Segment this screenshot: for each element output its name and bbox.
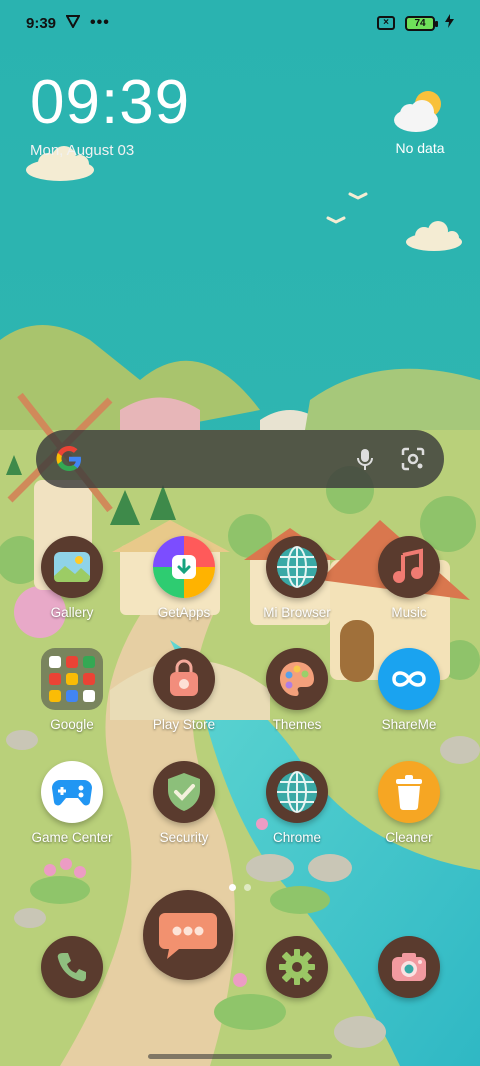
more-icon: ••• (90, 14, 110, 31)
music-note-icon (378, 536, 440, 598)
vpn-icon (65, 14, 81, 32)
weather-widget[interactable]: No data (390, 88, 450, 156)
app-themes[interactable]: Themes (247, 648, 347, 732)
app-getapps[interactable]: GetApps (134, 536, 234, 620)
search-input[interactable] (84, 430, 330, 488)
battery-icon: 74 (405, 15, 438, 31)
getapps-icon (153, 536, 215, 598)
gallery-icon (41, 536, 103, 598)
home-indicator[interactable] (148, 1054, 332, 1059)
google-search-bar[interactable] (36, 430, 444, 488)
page-dot[interactable] (244, 884, 251, 891)
google-folder-icon (41, 648, 103, 710)
page-indicator[interactable] (0, 884, 480, 891)
app-label: Themes (272, 717, 322, 732)
app-gallery[interactable]: Gallery (22, 536, 122, 620)
wallpaper-scene (0, 0, 480, 1066)
palette-icon (266, 648, 328, 710)
app-game-center[interactable]: Game Center (22, 761, 122, 845)
weather-label: No data (395, 140, 445, 156)
charging-icon (445, 14, 454, 32)
app-music[interactable]: Music (359, 536, 459, 620)
app-chrome[interactable]: Chrome (247, 761, 347, 845)
app-label: Cleaner (385, 830, 433, 845)
dock-phone[interactable] (22, 936, 122, 998)
clock-widget[interactable]: 09:39 Mon, August 03 (30, 68, 191, 160)
shield-check-icon (153, 761, 215, 823)
clock-time: 09:39 (30, 68, 191, 137)
gamepad-icon (41, 761, 103, 823)
dock-messages[interactable] (138, 890, 238, 980)
app-label: Security (159, 830, 209, 845)
google-logo (56, 446, 81, 471)
messages-icon (143, 890, 233, 980)
app-security[interactable]: Security (134, 761, 234, 845)
infinity-icon (378, 648, 440, 710)
app-cleaner[interactable]: Cleaner (359, 761, 459, 845)
battery-level: 74 (414, 17, 426, 29)
dock-camera[interactable] (359, 936, 459, 998)
phone-icon (41, 936, 103, 998)
partly-cloudy-icon (394, 91, 441, 132)
app-label: ShareMe (381, 717, 437, 732)
globe-icon (266, 536, 328, 598)
clock-date: Mon, August 03 (30, 142, 135, 159)
app-mi-browser[interactable]: Mi Browser (247, 536, 347, 620)
globe-icon (266, 761, 328, 823)
status-bar: 9:39 ••• × 74 (0, 0, 480, 46)
app-label: Google (50, 717, 94, 732)
app-label: GetApps (157, 605, 211, 620)
app-label: Mi Browser (263, 605, 331, 620)
trash-icon (378, 761, 440, 823)
app-google-folder[interactable]: Google (22, 648, 122, 732)
sim-off-icon: × (377, 16, 395, 30)
app-label: Gallery (50, 605, 94, 620)
status-time: 9:39 (26, 14, 57, 32)
app-label: Play Store (152, 717, 216, 732)
lens-icon[interactable] (400, 446, 426, 472)
app-label: Chrome (272, 830, 321, 845)
shopping-bag-icon (153, 648, 215, 710)
camera-icon (378, 936, 440, 998)
app-label: Music (391, 605, 427, 620)
app-play-store[interactable]: Play Store (134, 648, 234, 732)
wallpaper (0, 0, 480, 1066)
settings-icon (266, 936, 328, 998)
app-shareme[interactable]: ShareMe (359, 648, 459, 732)
app-label: Game Center (31, 830, 113, 845)
mic-icon[interactable] (352, 446, 378, 472)
dock-settings[interactable] (247, 936, 347, 998)
